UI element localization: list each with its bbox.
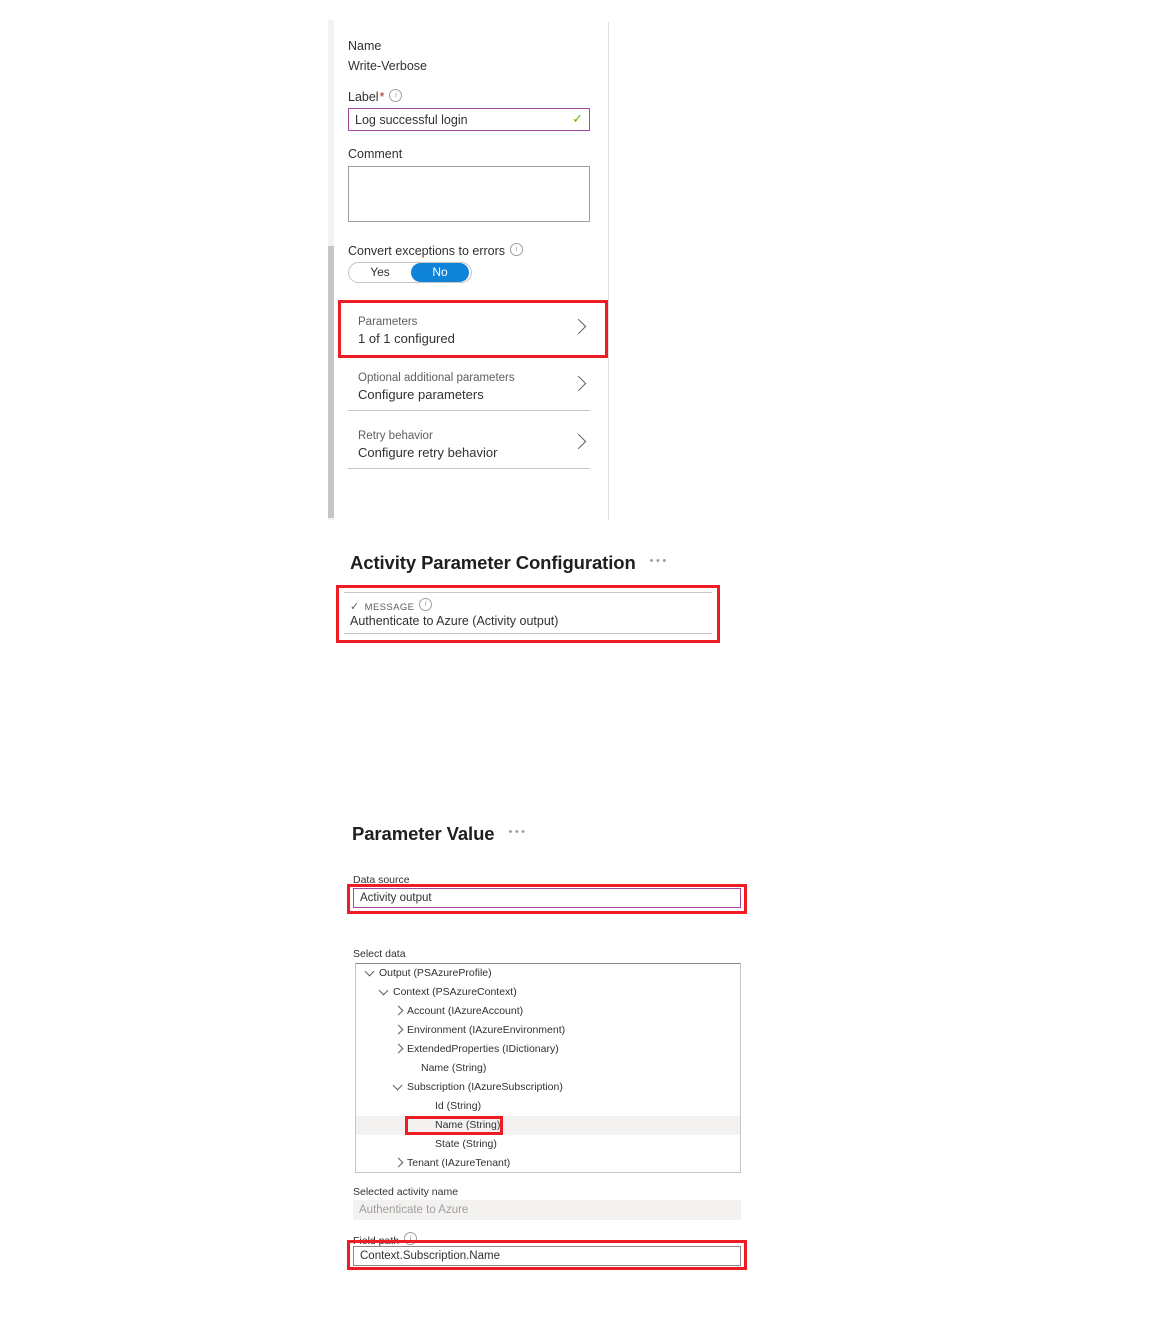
- tree-node[interactable]: Output (PSAzureProfile): [356, 964, 740, 983]
- tree-node-label: Name (String): [435, 1119, 501, 1131]
- selected-activity-name-label: Selected activity name: [353, 1186, 459, 1198]
- retry-behavior-row-subtitle: Configure retry behavior: [358, 445, 498, 460]
- parameter-value-title: Parameter Value: [352, 823, 495, 844]
- tree-node[interactable]: Tenant (IAzureTenant): [356, 1154, 740, 1172]
- tree-node[interactable]: Environment (IAzureEnvironment): [356, 1021, 740, 1040]
- tree-node-label: Context (PSAzureContext): [393, 986, 517, 998]
- tree-node-label: Subscription (IAzureSubscription): [407, 1081, 563, 1093]
- panel-scrollbar-thumb[interactable]: [328, 246, 334, 518]
- tree-node-label: Tenant (IAzureTenant): [407, 1157, 511, 1169]
- field-path-input[interactable]: [353, 1246, 741, 1266]
- label-input-wrapper: ✓: [348, 108, 590, 131]
- activity-parameter-configuration-title: Activity Parameter Configuration: [350, 552, 636, 573]
- chevron-down-icon[interactable]: [366, 968, 375, 977]
- chevron-down-icon[interactable]: [380, 987, 389, 996]
- activity-properties-panel: Name Write-Verbose Label* ✓ Comment Conv…: [322, 18, 612, 520]
- tree-node-label: Name (String): [421, 1062, 487, 1074]
- tree-node[interactable]: Subscription (IAzureSubscription): [356, 1078, 740, 1097]
- info-icon[interactable]: [510, 242, 524, 256]
- toggle-option-no[interactable]: No: [411, 263, 469, 282]
- tree-node-label: ExtendedProperties (IDictionary): [407, 1043, 559, 1055]
- chevron-down-icon[interactable]: [394, 1082, 403, 1091]
- green-check-icon: ✓: [572, 111, 583, 126]
- chevron-right-icon[interactable]: [394, 1044, 403, 1053]
- tree-node-spacer-icon: [422, 1139, 431, 1148]
- message-parameter-value: Authenticate to Azure (Activity output): [350, 614, 559, 628]
- tree-node-spacer-icon: [408, 1063, 417, 1072]
- label-field-label-text: Label: [348, 90, 379, 104]
- message-parameter-card[interactable]: ✓ MESSAGE Authenticate to Azure (Activity…: [344, 592, 712, 634]
- activity-parameter-configuration-header: Activity Parameter Configuration •••: [350, 552, 669, 574]
- overflow-menu-icon[interactable]: •••: [508, 826, 527, 838]
- tree-node-label: Account (IAzureAccount): [407, 1005, 524, 1017]
- convert-exceptions-label-text: Convert exceptions to errors: [348, 244, 506, 258]
- comment-label: Comment: [348, 147, 403, 161]
- chevron-right-icon[interactable]: [394, 1025, 403, 1034]
- chevron-right-icon[interactable]: [394, 1006, 403, 1015]
- tree-node-label: Output (PSAzureProfile): [379, 967, 492, 979]
- tree-node[interactable]: ExtendedProperties (IDictionary): [356, 1040, 740, 1059]
- tree-node[interactable]: Context (PSAzureContext): [356, 983, 740, 1002]
- select-data-label: Select data: [353, 948, 406, 960]
- label-input[interactable]: [348, 108, 590, 131]
- tree-node[interactable]: State (String): [356, 1135, 740, 1154]
- panel-right-divider: [608, 22, 609, 520]
- name-label: Name: [348, 39, 382, 53]
- select-data-tree[interactable]: Output (PSAzureProfile) Context (PSAzureC…: [355, 963, 741, 1173]
- tree-node[interactable]: Account (IAzureAccount): [356, 1002, 740, 1021]
- required-asterisk: *: [379, 90, 385, 104]
- info-icon[interactable]: [389, 88, 403, 102]
- tree-node-label: Id (String): [435, 1100, 482, 1112]
- convert-exceptions-toggle[interactable]: Yes No: [348, 262, 472, 283]
- retry-behavior-row[interactable]: Retry behavior Configure retry behavior: [348, 421, 590, 469]
- retry-behavior-row-title: Retry behavior: [358, 430, 433, 442]
- message-parameter-name: MESSAGE: [364, 602, 415, 613]
- name-value: Write-Verbose: [348, 59, 427, 73]
- optional-parameters-row[interactable]: Optional additional parameters Configure…: [348, 363, 590, 411]
- parameters-row-title: Parameters: [358, 316, 418, 328]
- tree-node[interactable]: Name (String): [356, 1059, 740, 1078]
- tree-node[interactable]: Name (String): [356, 1116, 740, 1135]
- check-icon: ✓: [350, 601, 360, 613]
- parameters-row[interactable]: Parameters 1 of 1 configured: [348, 305, 590, 356]
- tree-node-spacer-icon: [422, 1120, 431, 1129]
- tree-rows-container: Output (PSAzureProfile) Context (PSAzureC…: [356, 964, 740, 1172]
- parameters-row-subtitle: 1 of 1 configured: [358, 331, 455, 346]
- overflow-menu-icon[interactable]: •••: [650, 555, 669, 567]
- optional-parameters-row-subtitle: Configure parameters: [358, 387, 484, 402]
- optional-parameters-row-title: Optional additional parameters: [358, 372, 515, 384]
- comment-textarea[interactable]: [348, 166, 590, 222]
- data-source-input[interactable]: [353, 888, 741, 908]
- data-source-label: Data source: [353, 874, 410, 886]
- convert-exceptions-label: Convert exceptions to errors: [348, 242, 524, 260]
- toggle-option-yes[interactable]: Yes: [351, 263, 409, 282]
- chevron-right-icon[interactable]: [394, 1158, 403, 1167]
- info-icon[interactable]: [419, 597, 433, 611]
- tree-node-label: State (String): [435, 1138, 497, 1150]
- tree-node[interactable]: Id (String): [356, 1097, 740, 1116]
- parameter-value-header: Parameter Value •••: [352, 823, 528, 845]
- tree-node-spacer-icon: [422, 1101, 431, 1110]
- info-icon[interactable]: [404, 1231, 418, 1245]
- selected-activity-name-input: [353, 1200, 741, 1220]
- label-field-label: Label*: [348, 88, 403, 106]
- tree-node-label: Environment (IAzureEnvironment): [407, 1024, 566, 1036]
